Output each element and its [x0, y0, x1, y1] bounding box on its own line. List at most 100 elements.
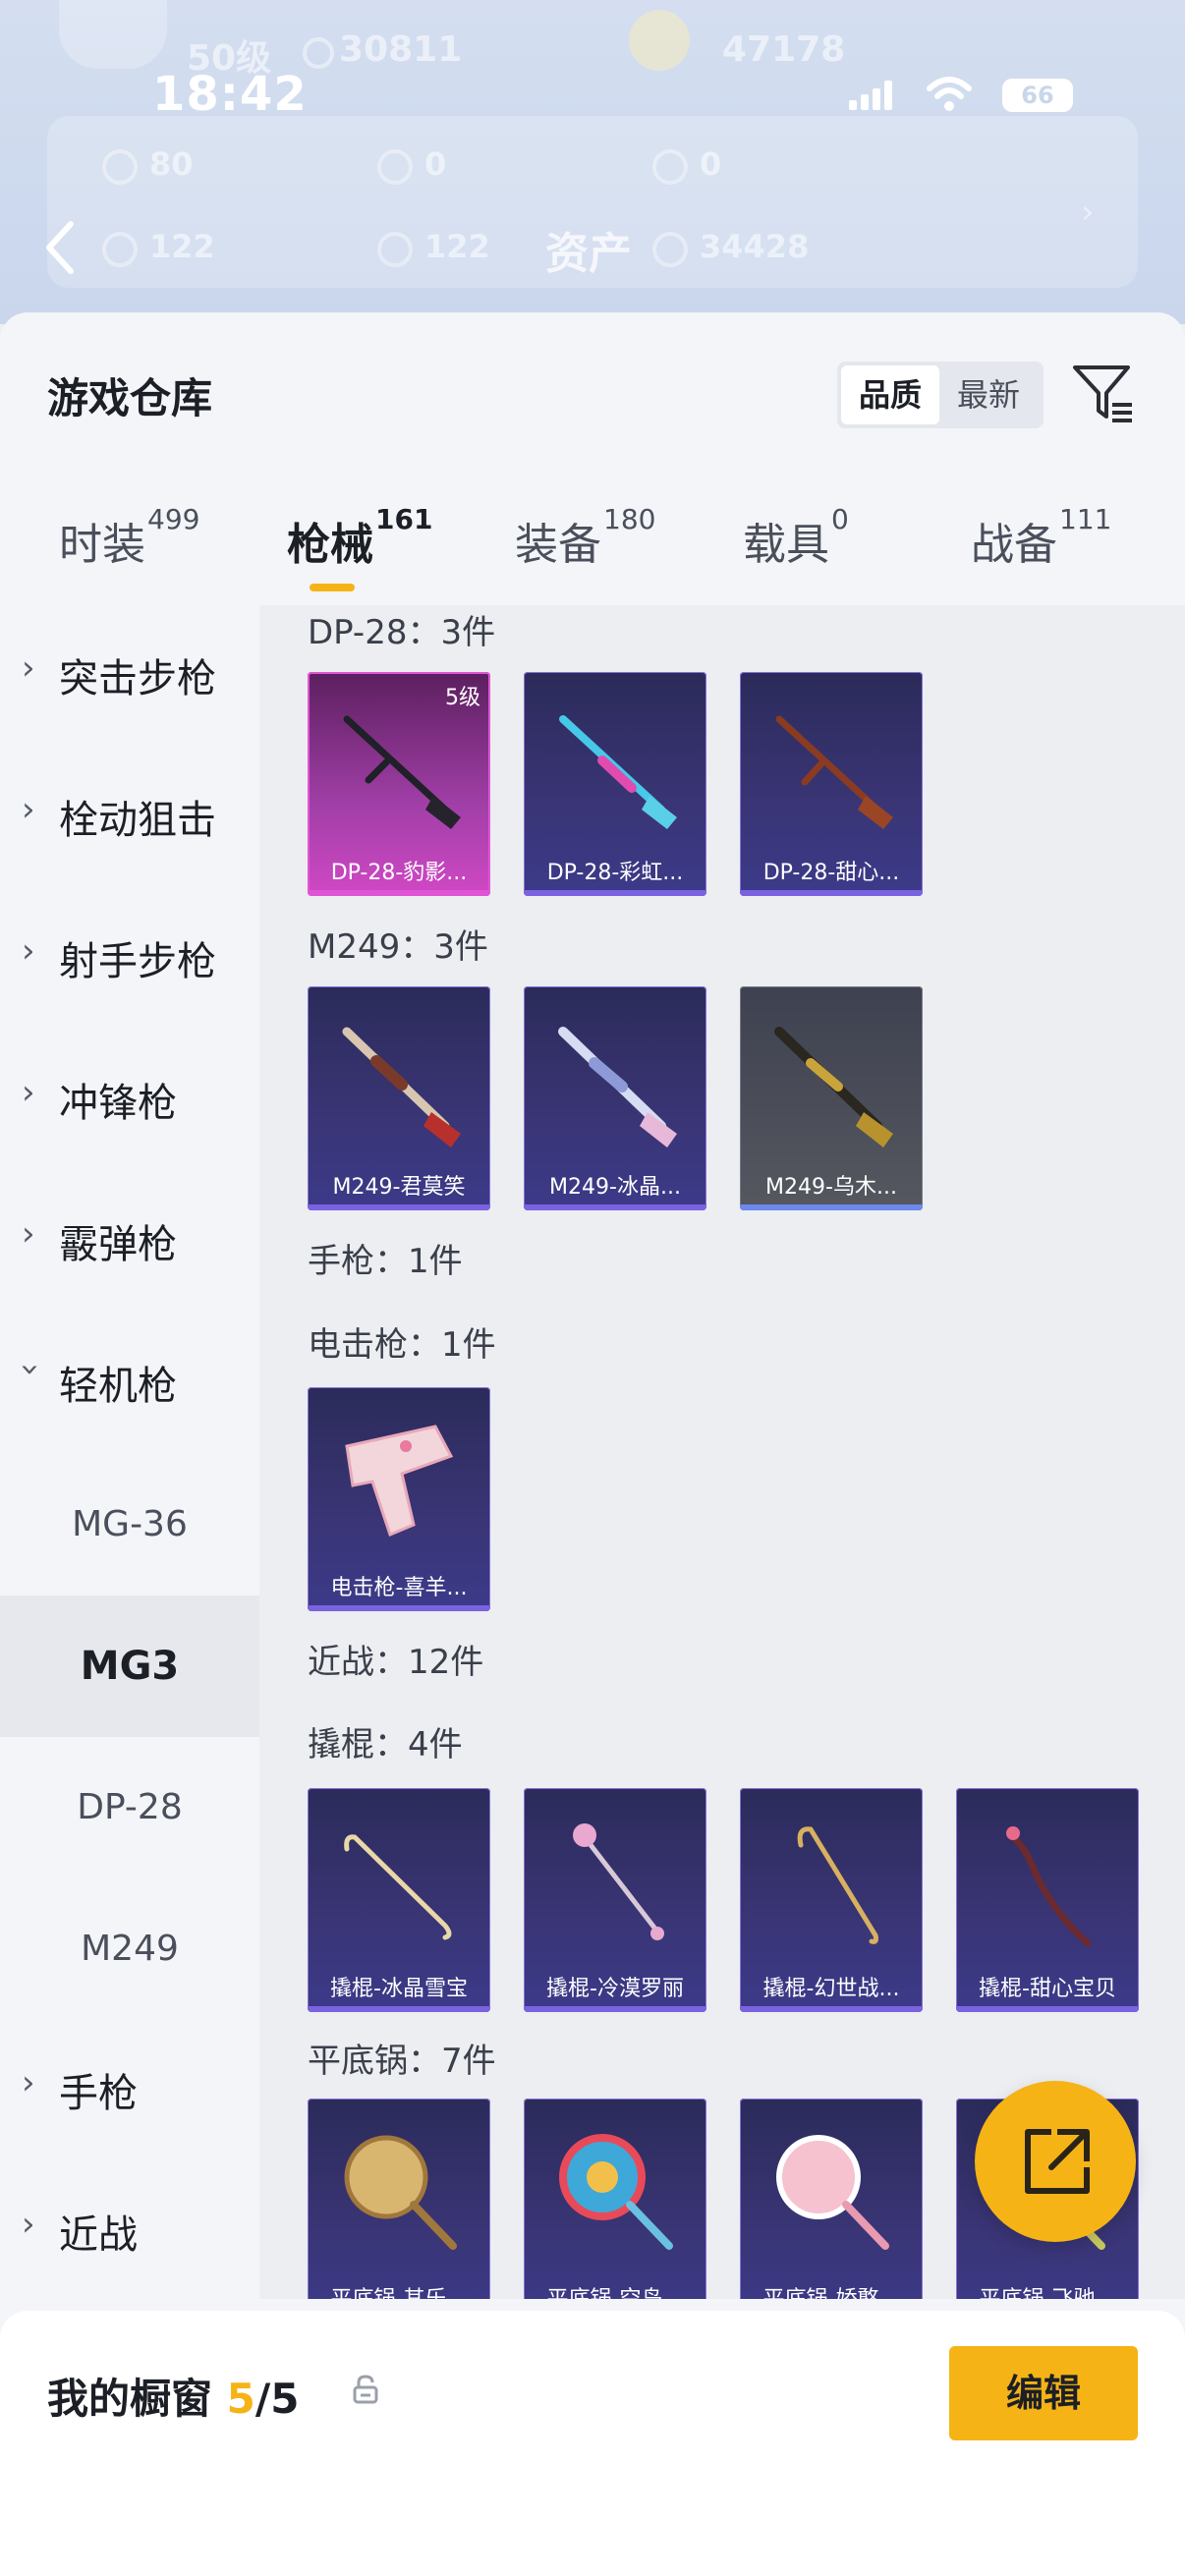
- cellular-signal-icon: [849, 81, 894, 110]
- item-card[interactable]: 电击枪-喜羊...: [308, 1387, 490, 1611]
- item-card[interactable]: 撬棍-幻世战...: [740, 1788, 923, 2012]
- stat-value: 80: [149, 145, 194, 183]
- tab-equipment[interactable]: 装备180: [515, 503, 655, 572]
- stat-value: 0: [700, 145, 722, 183]
- rarity-bar: [308, 1605, 490, 1611]
- trophy-icon: [629, 10, 690, 71]
- sidebar-item-bolt-sniper[interactable]: › 栓动狙击: [0, 747, 259, 888]
- item-card[interactable]: 平底锅-娇憨...: [740, 2099, 923, 2299]
- item-card[interactable]: 撬棍-甜心宝贝: [956, 1788, 1139, 2012]
- item-card[interactable]: 5级 DP-28-豹影...: [308, 672, 490, 896]
- tab-vehicles[interactable]: 载具0: [743, 503, 849, 572]
- group-title-melee: 近战：12件: [308, 1643, 484, 1682]
- item-card[interactable]: DP-28-甜心...: [740, 672, 923, 896]
- tab-supplies[interactable]: 战备111: [971, 503, 1111, 572]
- sort-newest-button[interactable]: 最新: [939, 365, 1038, 424]
- item-name: 平底锅-娇憨...: [740, 2281, 923, 2299]
- share-button[interactable]: [975, 2081, 1136, 2242]
- coin-count: 30811: [339, 29, 463, 70]
- chevron-right-icon: ›: [1081, 193, 1095, 232]
- page-title: 资产: [545, 229, 632, 279]
- item-card[interactable]: M249-冰晶...: [524, 986, 706, 1210]
- item-name: M249-冰晶...: [549, 1175, 681, 1200]
- sidebar-subitem-mg3[interactable]: MG3: [0, 1596, 259, 1737]
- chevron-right-icon: ›: [22, 2205, 35, 2244]
- rarity-bar: [524, 1204, 706, 1210]
- item-name: M249-乌木...: [765, 1175, 897, 1200]
- battery-indicator: 66: [1002, 79, 1073, 112]
- showcase-count: 5: [226, 2375, 255, 2423]
- chevron-right-icon: ›: [22, 648, 35, 688]
- status-time: 18:42: [152, 67, 308, 122]
- share-external-icon: [1025, 2129, 1090, 2194]
- stat-value: 34428: [700, 228, 810, 265]
- score-value: 47178: [722, 29, 846, 70]
- item-name: 撬棍-冰晶雪宝: [330, 1977, 468, 2001]
- item-name: 平底锅-空岛...: [524, 2281, 706, 2299]
- sidebar-item-marksman-rifle[interactable]: › 射手步枪: [0, 888, 259, 1030]
- lock-icon: [353, 2375, 378, 2404]
- rarity-bar: [740, 1204, 923, 1210]
- item-name: DP-28-彩虹...: [546, 861, 684, 885]
- rarity-bar: [308, 1204, 490, 1210]
- item-card[interactable]: M249-乌木...: [740, 986, 923, 1210]
- frying-pan-icon: [559, 2134, 673, 2250]
- sidebar-subitem-m249[interactable]: M249: [0, 1878, 259, 2020]
- stat-value: 122: [424, 228, 490, 265]
- sidebar-item-smg[interactable]: › 冲锋枪: [0, 1030, 259, 1171]
- stat-icon: [102, 232, 138, 267]
- active-tab-indicator: [310, 584, 355, 591]
- chevron-right-icon: ›: [22, 1214, 35, 1254]
- item-card[interactable]: 平底锅-其乐...: [308, 2099, 490, 2299]
- item-card[interactable]: DP-28-彩虹...: [524, 672, 706, 896]
- sidebar-subitem-dp28[interactable]: DP-28: [0, 1737, 259, 1878]
- showcase-total: /5: [254, 2375, 300, 2423]
- sidebar-item-lmg[interactable]: › 轻机枪: [0, 1313, 259, 1454]
- background-header: 50级 30811 47178 18:42 66 80 0 0 122 122 …: [0, 0, 1185, 324]
- sidebar-item-pistol[interactable]: › 手枪: [0, 2020, 259, 2161]
- item-card[interactable]: 撬棍-冰晶雪宝: [308, 1788, 490, 2012]
- group-title-stun-gun: 电击枪：1件: [308, 1325, 496, 1365]
- stat-icon: [377, 149, 413, 185]
- sidebar-subitem-mg36[interactable]: MG-36: [0, 1454, 259, 1596]
- item-name: 电击枪-喜羊...: [330, 1576, 468, 1600]
- chevron-right-icon: ›: [22, 2063, 35, 2102]
- item-name: 平底锅-其乐...: [308, 2281, 490, 2299]
- tab-fashion[interactable]: 时装499: [59, 503, 199, 572]
- item-card[interactable]: 平底锅-空岛...: [524, 2099, 706, 2299]
- item-name: 平底锅-飞驰...: [956, 2281, 1139, 2299]
- showcase-bar: 我的橱窗 5/5 编辑: [0, 2311, 1185, 2576]
- rarity-bar: [308, 2006, 490, 2012]
- sort-quality-button[interactable]: 品质: [841, 365, 939, 424]
- frying-pan-icon: [344, 2135, 457, 2250]
- filter-icon[interactable]: [1071, 362, 1136, 426]
- wifi-icon: [927, 77, 972, 111]
- item-level-badge: 5级: [445, 686, 480, 710]
- item-name: M249-君莫笑: [332, 1175, 466, 1200]
- item-name: 撬棍-冷漠罗丽: [546, 1977, 684, 2001]
- back-arrow-icon[interactable]: [41, 218, 81, 277]
- chevron-right-icon: ›: [22, 790, 35, 829]
- item-name: 撬棍-幻世战...: [762, 1977, 900, 2001]
- sidebar-item-assault-rifle[interactable]: › 突击步枪: [0, 605, 259, 747]
- tab-guns[interactable]: 枪械161: [287, 503, 432, 572]
- rarity-bar: [524, 2006, 706, 2012]
- rarity-bar: [956, 2006, 1139, 2012]
- item-card[interactable]: M249-君莫笑: [308, 986, 490, 1210]
- rarity-bar: [308, 890, 490, 896]
- item-name: DP-28-豹影...: [330, 861, 468, 885]
- rarity-bar: [740, 2006, 923, 2012]
- stat-icon: [652, 149, 688, 185]
- rarity-bar: [524, 890, 706, 896]
- sidebar-item-shotgun[interactable]: › 霰弹枪: [0, 1171, 259, 1313]
- item-name: DP-28-甜心...: [762, 861, 900, 885]
- stat-value: 0: [424, 145, 447, 183]
- item-card[interactable]: 撬棍-冷漠罗丽: [524, 1788, 706, 2012]
- sidebar-item-melee[interactable]: › 近战: [0, 2161, 259, 2303]
- rank-badge-icon: [59, 0, 167, 69]
- stat-icon: [102, 149, 138, 185]
- category-sidebar: › 突击步枪 › 栓动狙击 › 射手步枪 › 冲锋枪 › 霰弹枪 › 轻机枪 M…: [0, 605, 259, 2299]
- item-name: 撬棍-甜心宝贝: [979, 1977, 1116, 2001]
- edit-button[interactable]: 编辑: [949, 2346, 1138, 2440]
- rarity-bar: [740, 890, 923, 896]
